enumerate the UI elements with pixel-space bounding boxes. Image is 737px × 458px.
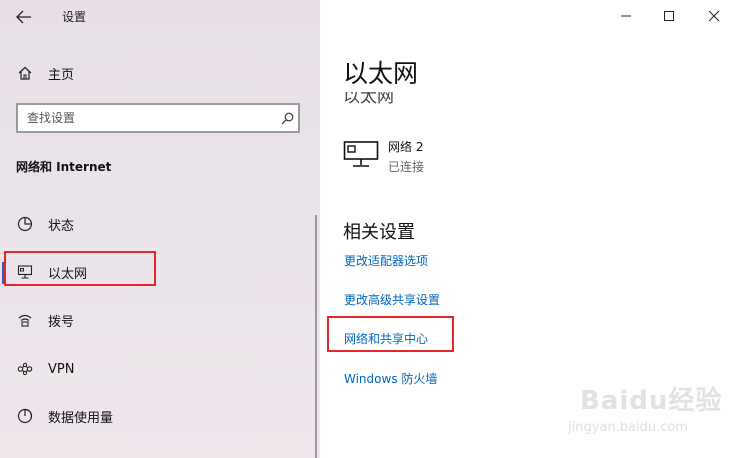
minimize-icon: [621, 15, 631, 17]
home-icon: [16, 64, 34, 82]
ethernet-icon: [343, 139, 379, 173]
related-settings-heading: 相关设置: [343, 222, 415, 243]
dialup-icon: [16, 311, 34, 329]
sidebar-item-data-usage[interactable]: 数据使用量: [0, 398, 320, 434]
scrolled-header-remnant: 以太网: [343, 92, 443, 104]
search-icon[interactable]: [276, 112, 298, 125]
network-name: 网络 2: [388, 140, 424, 154]
back-button[interactable]: [12, 6, 36, 28]
sidebar-scrollbar[interactable]: [315, 215, 317, 458]
sidebar-item-home[interactable]: 主页: [0, 55, 320, 91]
settings-sidebar: 设置 主页 网络和 Internet 状态 以太网 拨号: [0, 0, 320, 458]
watermark-brand: Baidu经验: [580, 386, 723, 416]
maximize-icon: [664, 11, 674, 21]
sidebar-item-label: 数据使用量: [48, 410, 114, 426]
search-box[interactable]: [16, 103, 300, 133]
data-usage-icon: [16, 407, 34, 425]
vpn-icon: [16, 360, 34, 378]
sidebar-item-label: VPN: [48, 361, 75, 377]
minimize-button[interactable]: [606, 4, 646, 28]
ghost-title-text: 以太网: [343, 92, 394, 104]
watermark-url: jingyan.baidu.com: [568, 420, 688, 435]
sidebar-item-dialup[interactable]: 拨号: [0, 302, 320, 338]
watermark: Baidu经验 jingyan.baidu.com: [560, 380, 735, 458]
close-icon: [708, 10, 720, 22]
link-advanced-sharing-settings[interactable]: 更改高级共享设置: [344, 291, 440, 308]
sidebar-item-label: 状态: [48, 218, 75, 234]
back-arrow-icon: [16, 10, 31, 24]
link-windows-firewall[interactable]: Windows 防火墙: [344, 370, 437, 387]
annotation-highlight-sharing-center: [327, 316, 454, 352]
maximize-button[interactable]: [649, 4, 689, 28]
app-title: 设置: [62, 10, 87, 24]
sidebar-item-vpn[interactable]: VPN: [0, 351, 320, 387]
close-button[interactable]: [694, 4, 734, 28]
network-entry[interactable]: 网络 2 已连接: [343, 137, 543, 177]
sidebar-item-label: 拨号: [48, 314, 75, 330]
section-heading: 网络和 Internet: [16, 160, 112, 174]
sidebar-item-status[interactable]: 状态: [0, 206, 320, 242]
search-input[interactable]: [18, 110, 276, 126]
status-icon: [16, 215, 34, 233]
network-status: 已连接: [388, 160, 425, 174]
page-title: 以太网: [343, 59, 419, 88]
annotation-highlight-ethernet: [4, 251, 156, 286]
link-change-adapter-options[interactable]: 更改适配器选项: [344, 252, 428, 269]
sidebar-item-label: 主页: [48, 67, 75, 83]
